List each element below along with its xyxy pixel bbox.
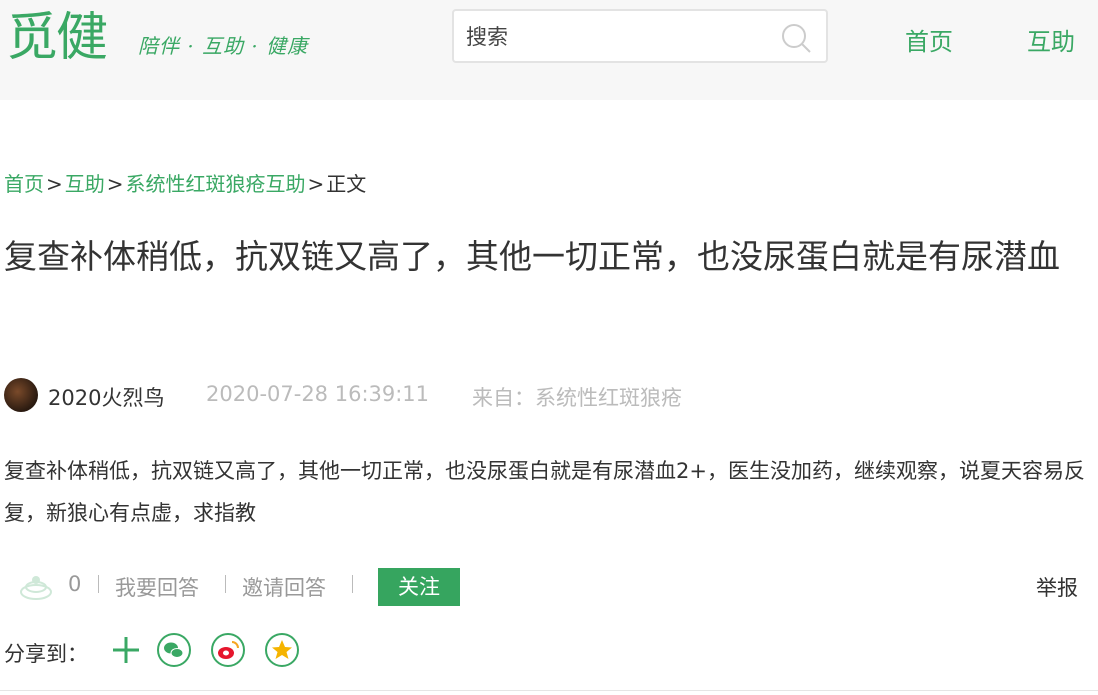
site-slogan: 陪伴 · 互助 · 健康 (138, 34, 309, 58)
follow-button[interactable]: 关注 (378, 568, 460, 606)
search-icon[interactable] (780, 22, 812, 54)
author-name[interactable]: 2020火烈鸟 (48, 382, 164, 412)
breadcrumb-separator: > (307, 172, 325, 196)
breadcrumb: 首页 > 互助 > 系统性红斑狼疮互助 > 正文 (4, 168, 366, 197)
nav-home[interactable]: 首页 (905, 22, 953, 57)
like-count: 0 (68, 572, 82, 596)
divider (352, 575, 353, 593)
breadcrumb-category[interactable]: 系统性红斑狼疮互助 (126, 172, 306, 196)
report-link[interactable]: 举报 (1036, 572, 1078, 602)
breadcrumb-current: 正文 (326, 172, 367, 196)
site-logo[interactable]: 觅健 (6, 6, 108, 70)
search-box (452, 9, 828, 63)
share-more-icon[interactable] (108, 632, 144, 668)
breadcrumb-mutual-aid[interactable]: 互助 (65, 172, 105, 196)
post-meta: 2020火烈鸟 2020-07-28 16:39:11 来自：系统性红斑狼疮 (4, 378, 904, 414)
breadcrumb-home[interactable]: 首页 (4, 172, 44, 196)
avatar[interactable] (4, 378, 38, 412)
post-title: 复查补体稍低，抗双链又高了，其他一切正常，也没尿蛋白就是有尿潜血 (4, 237, 1060, 276)
post-source: 来自：系统性红斑狼疮 (472, 386, 682, 410)
weibo-icon[interactable] (210, 632, 246, 668)
nav-mutual-aid[interactable]: 互助 (1027, 22, 1075, 57)
post-content: 复查补体稍低，抗双链又高了，其他一切正常，也没尿蛋白就是有尿潜血2+，医生没加药… (4, 459, 1085, 525)
share-label: 分享到： (4, 642, 88, 666)
invite-answer-link[interactable]: 邀请回答 (242, 572, 326, 602)
answer-link[interactable]: 我要回答 (115, 572, 199, 602)
wechat-icon[interactable] (156, 632, 192, 668)
divider (0, 690, 1098, 691)
post-time: 2020-07-28 16:39:11 (206, 382, 430, 406)
breadcrumb-separator: > (46, 172, 63, 196)
like-icon[interactable] (18, 568, 54, 602)
divider (225, 575, 226, 593)
qzone-icon[interactable] (264, 632, 300, 668)
action-bar: 0 我要回答 邀请回答 关注 举报 (18, 564, 1088, 606)
divider (98, 575, 99, 593)
site-header: 觅健 陪伴 · 互助 · 健康 首页 互助 (0, 0, 1098, 100)
search-input[interactable] (464, 21, 768, 53)
breadcrumb-separator: > (106, 172, 124, 196)
share-bar: 分享到： (4, 630, 504, 670)
